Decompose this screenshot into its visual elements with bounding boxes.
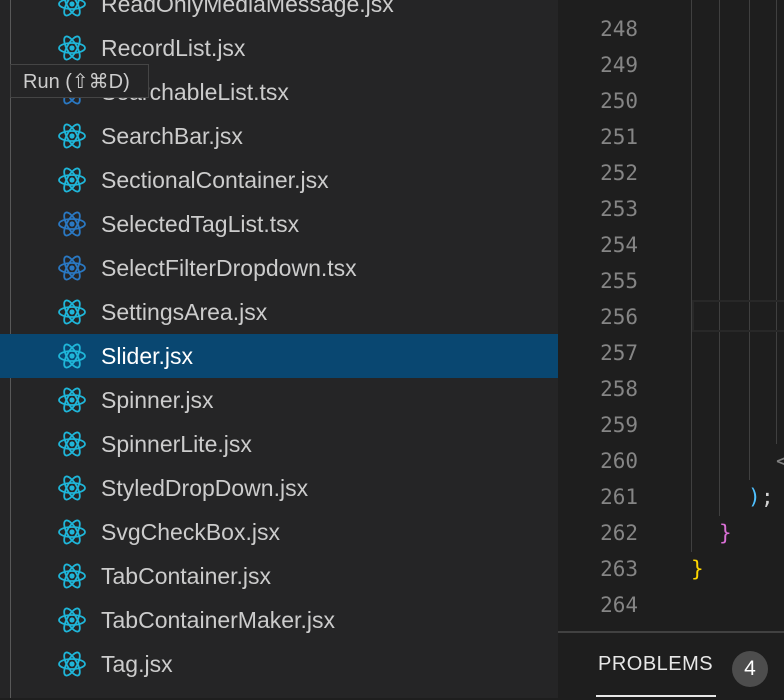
react-icon <box>57 299 87 325</box>
line-number: 259 <box>600 413 638 437</box>
file-name: SpinnerLite.jsx <box>101 430 252 457</box>
line-number: 256 <box>600 305 638 329</box>
line-number: 263 <box>600 557 638 581</box>
react-icon <box>57 519 87 545</box>
indent-guide <box>749 0 750 480</box>
file-name: StyledDropDown.jsx <box>101 474 309 501</box>
current-line-highlight <box>692 300 784 332</box>
react-icon <box>57 387 87 413</box>
indent-guide <box>776 0 777 444</box>
file-explorer: ReadOnlyMediaMessage.jsx RecordList.jsx Se… <box>0 0 558 698</box>
active-tab-indicator <box>596 695 716 697</box>
react-icon <box>57 35 87 61</box>
bottom-panel: PROBLEMS 4 <box>558 631 784 700</box>
file-item[interactable]: Spinner.jsx <box>0 378 558 422</box>
react-icon <box>57 651 87 677</box>
run-tooltip: Run (⇧⌘D) <box>10 64 149 98</box>
react-icon <box>57 167 87 193</box>
line-number: 254 <box>600 233 638 257</box>
line-number: 247 <box>558 0 638 11</box>
react-icon <box>57 563 87 589</box>
line-number: 250 <box>600 89 638 113</box>
line-number: 257 <box>600 341 638 365</box>
code-token-semicolon: ; <box>761 485 774 509</box>
indent-guide <box>691 0 692 552</box>
line-number: 253 <box>600 197 638 221</box>
file-name: TabContainerMaker.jsx <box>101 606 335 633</box>
line-number: 251 <box>600 125 638 149</box>
react-icon <box>57 123 87 149</box>
file-item[interactable]: SelectFilterDropdown.tsx <box>0 246 558 290</box>
file-name: RecordList.jsx <box>101 34 246 61</box>
file-name: SelectedTagList.tsx <box>101 210 300 237</box>
react-icon <box>57 211 87 237</box>
file-item[interactable]: SearchBar.jsx <box>0 114 558 158</box>
line-number: 264 <box>600 593 638 617</box>
file-item[interactable]: TabContainerMaker.jsx <box>0 598 558 642</box>
file-name: SvgCheckBox.jsx <box>101 518 280 545</box>
file-name: Tag.jsx <box>101 650 173 677</box>
react-icon <box>57 0 87 17</box>
code-token: < <box>776 449 784 473</box>
react-icon <box>57 343 87 369</box>
file-item[interactable]: Tag.jsx <box>0 642 558 686</box>
code-token-paren: ) <box>748 485 761 509</box>
line-number: 261 <box>600 485 638 509</box>
react-icon <box>57 431 87 457</box>
line-number: 258 <box>600 377 638 401</box>
code-token-brace: } <box>691 557 704 581</box>
file-item[interactable]: TabContainer.jsx <box>0 554 558 598</box>
code-editor[interactable]: 247 248 249 250 251 252 253 254 255 256 257 258 259 2… <box>558 0 784 631</box>
file-item[interactable]: SpinnerLite.jsx <box>0 422 558 466</box>
file-item[interactable]: SectionalContainer.jsx <box>0 158 558 202</box>
file-name: Spinner.jsx <box>101 386 214 413</box>
file-item[interactable]: SettingsArea.jsx <box>0 290 558 334</box>
react-icon <box>57 475 87 501</box>
line-number: 255 <box>600 269 638 293</box>
code-token-brace: } <box>719 521 732 545</box>
file-item[interactable]: StyledDropDown.jsx <box>0 466 558 510</box>
tab-problems[interactable]: PROBLEMS <box>598 653 713 676</box>
file-name: TabContainer.jsx <box>101 562 272 589</box>
line-number: 249 <box>600 53 638 77</box>
file-item[interactable]: SelectedTagList.tsx <box>0 202 558 246</box>
file-item[interactable]: SvgCheckBox.jsx <box>0 510 558 554</box>
file-name: ReadOnlyMediaMessage.jsx <box>101 0 394 17</box>
file-item[interactable]: ReadOnlyMediaMessage.jsx <box>0 0 558 26</box>
file-name: SelectFilterDropdown.tsx <box>101 254 357 281</box>
file-name: SettingsArea.jsx <box>101 298 268 325</box>
problems-count-badge: 4 <box>732 651 768 687</box>
file-name: SearchBar.jsx <box>101 122 243 149</box>
react-icon <box>57 607 87 633</box>
file-item[interactable]: Slider.jsx <box>0 334 558 378</box>
file-name: Slider.jsx <box>101 342 194 369</box>
react-icon <box>57 255 87 281</box>
file-name: SectionalContainer.jsx <box>101 166 329 193</box>
indent-guide <box>719 0 720 516</box>
line-number: 262 <box>600 521 638 545</box>
line-number: 260 <box>600 449 638 473</box>
line-number: 252 <box>600 161 638 185</box>
line-number: 248 <box>600 17 638 41</box>
